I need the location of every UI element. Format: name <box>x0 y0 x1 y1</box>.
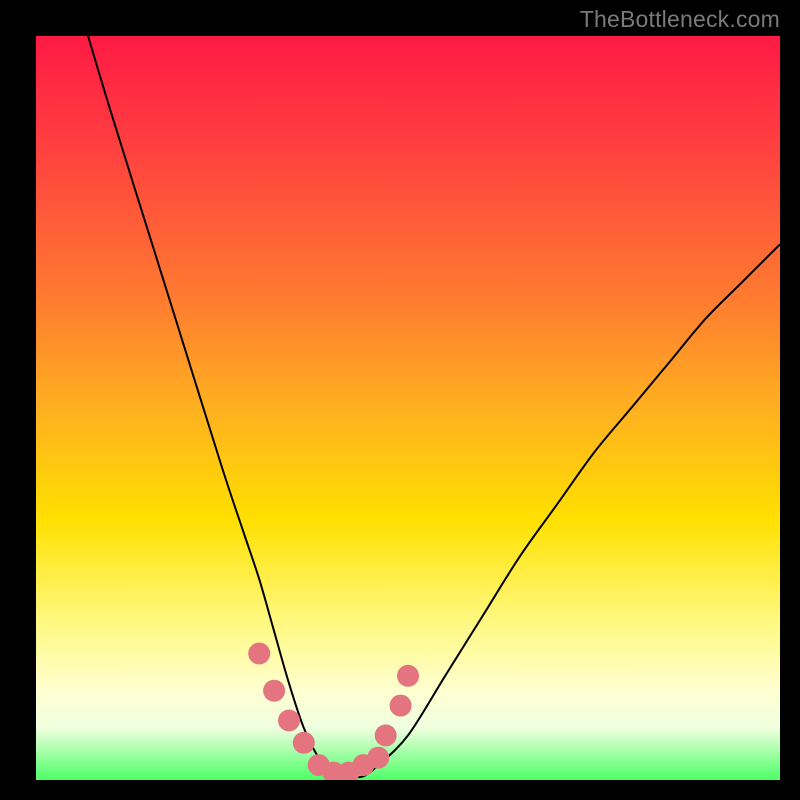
outer-frame: TheBottleneck.com <box>0 0 800 800</box>
highlight-dot <box>367 747 389 769</box>
highlight-dot <box>390 695 412 717</box>
chart-plot-area <box>36 36 780 780</box>
watermark-text: TheBottleneck.com <box>580 6 780 33</box>
highlight-dot <box>375 724 397 746</box>
highlight-dot <box>397 665 419 687</box>
highlight-dots <box>248 643 419 781</box>
highlight-dot <box>293 732 315 754</box>
bottleneck-curve <box>88 36 780 777</box>
curve-group <box>88 36 780 777</box>
highlight-dot <box>248 643 270 665</box>
chart-svg <box>36 36 780 780</box>
highlight-dot <box>278 710 300 732</box>
highlight-dot <box>263 680 285 702</box>
